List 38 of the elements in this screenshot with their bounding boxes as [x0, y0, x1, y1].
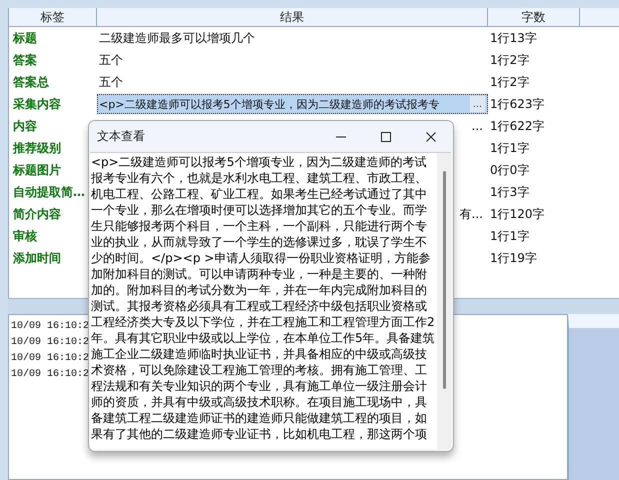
text-content: <p>二级建造师可以报考5个增项专业，因为二级建造师的考试报考专业有六个，也就是水利水电工程、建筑工程、市政工程、机电工程、公路工程、矿业工程。如果考生已经考试通过了其中一个专业，那么在增项时便可以选择增加其它的五个专业。而学生只能够报考两个科目，一个主科，一个副科，只能进行两个专业的执业，从而就导致了一个学生的选修课过多，耽误了学生不少的时间。</p><p >申请人须取得一份职业资格证明，方能参加附加科目的测试。可以申请两种专业，一种是主要的、一种附加的。附加科目的考试分数为一年，并在一年内完成附加科目的测试。其报考资格必须具有工程或工程经济中级包括职业资格或工程经济类大专及以下学位，并在工程施工和工程管理方面工作2年。具有其它职业中级或以上学位，在本单位工作5年。具备建筑施工企业二级建造师临时执业证书，并具备相应的中级或高级技术资格，可以免除建设工程施工管理的考核。拥有施工管理、工程法规和有关专业知识的两个专业，具有施工单位一级注册会计师的资质，并具有中级或高级技术职称。在项目施工现场中，具备建筑工程二级建造师证书的建造师只能做建筑工程的项目，如果有了其他的二级建造师专业证书，比如机电工程，那这两个项	[90, 154, 436, 443]
count-cell: 1行2字	[490, 74, 530, 90]
dialog-title: 文本查看	[97, 128, 145, 145]
minimize-icon	[336, 136, 346, 138]
cell-text: <p>二级建造师可以报考5个增项专业，因为二级建造师的考试报考专	[99, 96, 440, 112]
column-header[interactable]: 标签	[9, 8, 97, 27]
table-row[interactable]: 答案总 五个 1行2字	[9, 71, 619, 93]
row-label: 内容	[13, 118, 37, 134]
log-line: 10/09 16:10:2	[11, 368, 90, 382]
cell-text: 有...	[460, 206, 483, 222]
column-header[interactable]: 字数	[488, 8, 580, 27]
table-row[interactable]: 答案 五个 1行2字	[9, 49, 619, 71]
selected-cell[interactable]: <p>二级建造师可以报考5个增项专业，因为二级建造师的考试报考专 ...	[97, 94, 488, 114]
scrollbar[interactable]	[437, 153, 451, 449]
cell-text: 五个	[99, 74, 123, 90]
count-cell: 1行623字	[490, 96, 545, 112]
log-line: 10/09 16:10:2	[11, 336, 90, 350]
cell-text: 二级建造师最多可以增项几个	[99, 30, 255, 46]
count-cell: 1行622字	[490, 118, 545, 134]
close-icon	[424, 130, 436, 142]
edit-button[interactable]: ...	[468, 95, 486, 113]
count-cell: 1行1字	[490, 140, 530, 156]
column-header[interactable]: 结果	[97, 8, 488, 27]
cell-text: 五个	[99, 52, 123, 68]
table-row[interactable]: 标题 二级建造师最多可以增项几个 1行13字	[9, 27, 619, 49]
row-label: 答案	[13, 52, 37, 68]
count-cell: 1行13字	[490, 30, 537, 46]
row-label: 标题	[13, 30, 37, 46]
maximize-icon	[380, 130, 392, 142]
row-label: 推荐级别	[13, 140, 61, 156]
log-line: 10/09 16:10:2	[11, 352, 90, 366]
row-label: 采集内容	[13, 96, 61, 112]
cell-text: ...	[472, 119, 483, 133]
row-label: 答案总	[13, 74, 49, 90]
count-cell: 1行120字	[490, 206, 545, 222]
table-row[interactable]: 采集内容 <p>二级建造师可以报考5个增项专业，因为二级建造师的考试报考专 ... 1行623字	[9, 93, 619, 115]
log-line: 10/09 16:10:2	[11, 320, 90, 334]
count-cell: 1行2字	[490, 52, 530, 68]
